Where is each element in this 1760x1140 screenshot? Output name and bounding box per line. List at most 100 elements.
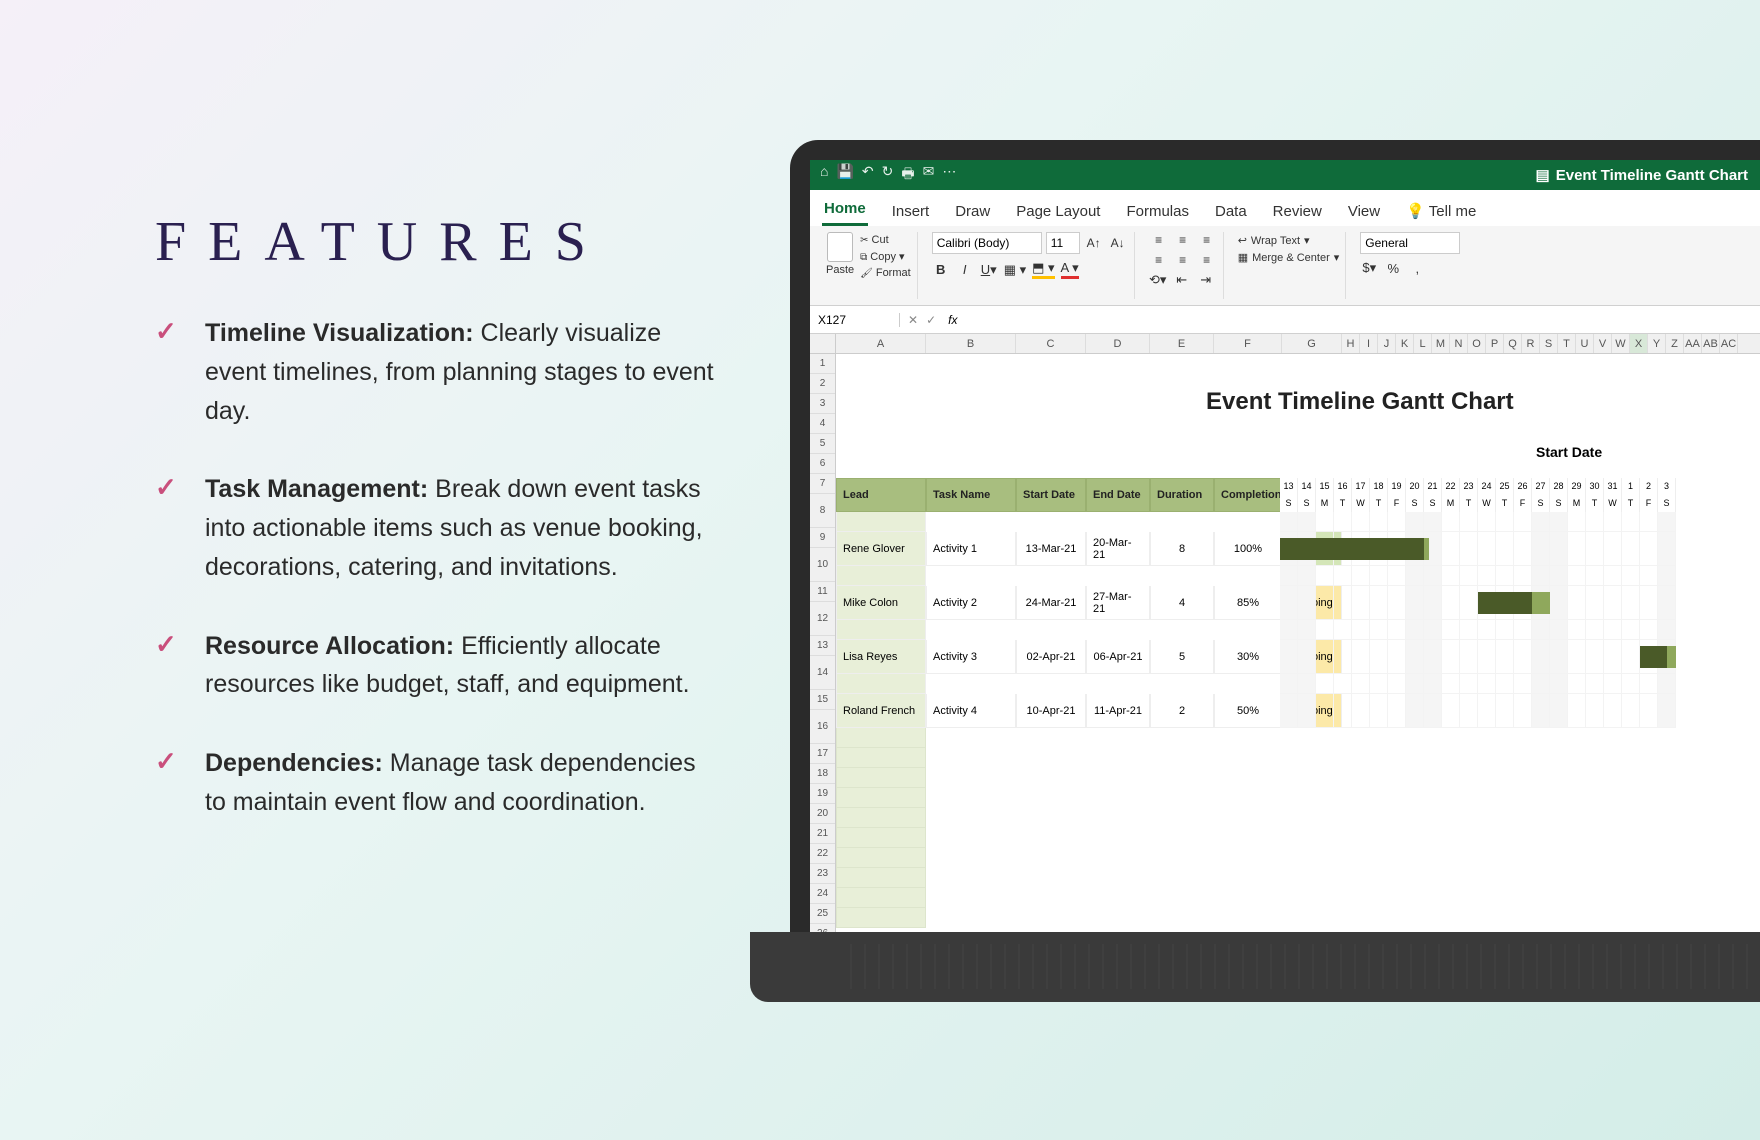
col-header[interactable]: AC [1720, 334, 1738, 353]
col-header[interactable]: N [1450, 334, 1468, 353]
row-header[interactable]: 17 [810, 744, 835, 764]
col-header[interactable]: U [1576, 334, 1594, 353]
align-top-icon[interactable]: ≡ [1149, 232, 1169, 248]
orientation-icon[interactable]: ⟲▾ [1149, 272, 1167, 288]
row-header[interactable]: 24 [810, 884, 835, 904]
wrap-text-button[interactable]: ↩Wrap Text ▾ [1238, 232, 1310, 249]
font-size-select[interactable] [1046, 232, 1080, 254]
percent-icon[interactable]: % [1384, 261, 1402, 276]
fill-color-button[interactable]: ⬒ ▾ [1032, 260, 1054, 279]
table-row[interactable]: Rene GloverActivity 113-Mar-2120-Mar-218… [836, 532, 1342, 566]
tab-page-layout[interactable]: Page Layout [1014, 197, 1102, 226]
row-header[interactable]: 9 [810, 528, 835, 548]
row-header[interactable]: 8 [810, 494, 835, 528]
col-header[interactable]: Q [1504, 334, 1522, 353]
col-header[interactable]: I [1360, 334, 1378, 353]
row-header[interactable]: 10 [810, 548, 835, 582]
align-right-icon[interactable]: ≡ [1197, 252, 1217, 268]
increase-font-icon[interactable]: A↑ [1084, 233, 1104, 253]
tab-formulas[interactable]: Formulas [1124, 197, 1191, 226]
decrease-font-icon[interactable]: A↓ [1108, 233, 1128, 253]
row-header[interactable]: 4 [810, 414, 835, 434]
col-header[interactable]: AB [1702, 334, 1720, 353]
col-header[interactable]: E [1150, 334, 1214, 353]
col-header[interactable]: F [1214, 334, 1282, 353]
row-header[interactable]: 14 [810, 656, 835, 690]
col-header[interactable]: AA [1684, 334, 1702, 353]
row-header[interactable]: 1 [810, 354, 835, 374]
table-row[interactable]: Roland FrenchActivity 410-Apr-2111-Apr-2… [836, 694, 1342, 728]
row-headers[interactable]: 1234567891011121314151617181920212223242… [810, 354, 836, 940]
row-header[interactable]: 16 [810, 710, 835, 744]
column-headers[interactable]: ABCDEFGHIJKLMNOPQRSTUVWXYZAAABAC [810, 334, 1760, 354]
mail-icon[interactable]: ✉ [923, 163, 935, 187]
col-header[interactable]: G [1282, 334, 1342, 353]
format-painter-button[interactable]: Format [860, 265, 911, 282]
col-header[interactable]: O [1468, 334, 1486, 353]
col-header[interactable]: V [1594, 334, 1612, 353]
increase-indent-icon[interactable]: ⇥ [1197, 272, 1215, 288]
tab-review[interactable]: Review [1271, 197, 1324, 226]
tab-home[interactable]: Home [822, 194, 868, 226]
col-header[interactable]: B [926, 334, 1016, 353]
tab-data[interactable]: Data [1213, 197, 1249, 226]
align-bottom-icon[interactable]: ≡ [1197, 232, 1217, 248]
paste-button[interactable]: Paste [826, 232, 854, 276]
print-icon[interactable]: 🖶 [901, 163, 914, 187]
fx-icon[interactable]: fx [944, 313, 961, 327]
col-header[interactable]: X [1630, 334, 1648, 353]
row-header[interactable]: 2 [810, 374, 835, 394]
tell-me[interactable]: 💡 Tell me [1404, 196, 1478, 226]
col-header[interactable]: D [1086, 334, 1150, 353]
col-header[interactable]: Y [1648, 334, 1666, 353]
number-format-select[interactable] [1360, 232, 1460, 254]
row-header[interactable]: 19 [810, 784, 835, 804]
col-header[interactable]: A [836, 334, 926, 353]
currency-icon[interactable]: $▾ [1360, 260, 1378, 276]
redo-icon[interactable]: ↻ [882, 163, 894, 187]
row-header[interactable]: 23 [810, 864, 835, 884]
align-left-icon[interactable]: ≡ [1149, 252, 1169, 268]
home-icon[interactable]: ⌂ [820, 163, 828, 187]
bold-button[interactable]: B [932, 262, 950, 277]
name-box[interactable]: X127 [810, 313, 900, 327]
col-header[interactable]: M [1432, 334, 1450, 353]
row-header[interactable]: 7 [810, 474, 835, 494]
underline-button[interactable]: U ▾ [980, 262, 998, 278]
col-header[interactable]: L [1414, 334, 1432, 353]
row-header[interactable]: 13 [810, 636, 835, 656]
row-header[interactable]: 15 [810, 690, 835, 710]
row-header[interactable]: 18 [810, 764, 835, 784]
table-row[interactable]: Lisa ReyesActivity 302-Apr-2106-Apr-2153… [836, 640, 1342, 674]
tab-view[interactable]: View [1346, 197, 1382, 226]
tab-insert[interactable]: Insert [890, 197, 932, 226]
border-button[interactable]: ▦ ▾ [1004, 262, 1026, 278]
font-name-select[interactable] [932, 232, 1042, 254]
undo-icon[interactable]: ↶ [862, 163, 874, 187]
spreadsheet-grid[interactable]: Event Timeline Gantt Chart Start Date Le… [836, 354, 1760, 940]
table-row[interactable]: Mike ColonActivity 224-Mar-2127-Mar-2148… [836, 586, 1342, 620]
row-header[interactable]: 12 [810, 602, 835, 636]
italic-button[interactable]: I [956, 262, 974, 277]
col-header[interactable]: S [1540, 334, 1558, 353]
cut-button[interactable]: Cut [860, 232, 911, 249]
merge-center-button[interactable]: ▦Merge & Center ▾ [1238, 249, 1340, 266]
font-color-button[interactable]: A ▾ [1061, 260, 1079, 279]
row-header[interactable]: 6 [810, 454, 835, 474]
col-header[interactable]: H [1342, 334, 1360, 353]
row-header[interactable]: 3 [810, 394, 835, 414]
col-header[interactable]: J [1378, 334, 1396, 353]
align-center-icon[interactable]: ≡ [1173, 252, 1193, 268]
col-header[interactable]: R [1522, 334, 1540, 353]
col-header[interactable]: Z [1666, 334, 1684, 353]
more-icon[interactable]: ⋯ [942, 163, 956, 187]
align-middle-icon[interactable]: ≡ [1173, 232, 1193, 248]
enter-icon[interactable]: ✓ [926, 313, 936, 327]
row-header[interactable]: 20 [810, 804, 835, 824]
row-header[interactable]: 21 [810, 824, 835, 844]
col-header[interactable]: W [1612, 334, 1630, 353]
row-header[interactable]: 22 [810, 844, 835, 864]
tab-draw[interactable]: Draw [953, 197, 992, 226]
col-header[interactable]: P [1486, 334, 1504, 353]
copy-button[interactable]: Copy ▾ [860, 249, 911, 266]
